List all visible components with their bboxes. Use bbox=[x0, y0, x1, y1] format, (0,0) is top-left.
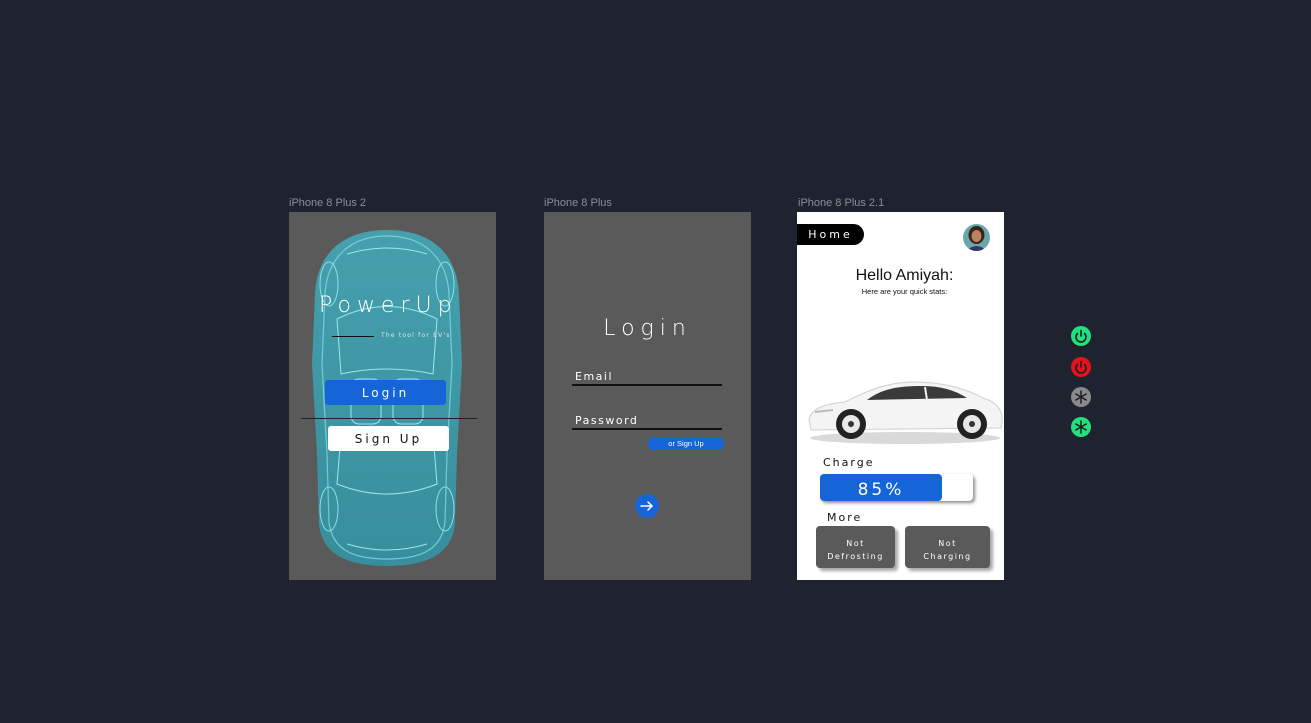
artboard-splash[interactable]: PowerUp The tool for EV's Login Sign Up bbox=[289, 212, 496, 580]
defrost-status-line2: Defrosting bbox=[827, 552, 884, 561]
greeting: Hello Amiyah: bbox=[855, 267, 954, 284]
password-field[interactable]: Password bbox=[572, 414, 722, 430]
defrost-status-button[interactable]: Not Defrosting bbox=[816, 526, 895, 568]
artboard-label-home[interactable]: iPhone 8 Plus 2.1 bbox=[798, 197, 884, 209]
login-button[interactable]: Login bbox=[325, 380, 446, 405]
charge-progress-bar: 85% bbox=[820, 474, 973, 501]
tagline: The tool for EV's bbox=[381, 332, 451, 339]
brand-title: PowerUp bbox=[319, 293, 458, 318]
car-image bbox=[808, 381, 1003, 444]
arrow-right-icon bbox=[640, 501, 654, 511]
defrost-off-icon[interactable] bbox=[1071, 387, 1091, 407]
power-on-icon[interactable] bbox=[1071, 326, 1091, 346]
avatar[interactable] bbox=[963, 224, 990, 251]
charging-status-button[interactable]: Not Charging bbox=[905, 526, 990, 568]
charging-status-line2: Charging bbox=[923, 552, 972, 561]
defrost-on-icon[interactable] bbox=[1071, 417, 1091, 437]
artboard-home[interactable]: Home Hello Amiyah: Here are your quick s… bbox=[797, 212, 1004, 580]
more-label: More bbox=[827, 511, 863, 524]
tagline-divider bbox=[332, 336, 374, 337]
charge-progress-fill: 85% bbox=[820, 474, 942, 501]
submit-arrow-button[interactable] bbox=[635, 494, 659, 518]
defrost-status-line1: Not bbox=[846, 539, 865, 548]
email-label: Email bbox=[575, 370, 614, 383]
signup-link-button[interactable]: or Sign Up bbox=[648, 437, 724, 450]
password-label: Password bbox=[575, 414, 639, 427]
user-avatar-icon bbox=[963, 224, 990, 251]
home-nav-tab[interactable]: Home bbox=[797, 224, 864, 245]
button-divider bbox=[301, 418, 477, 419]
power-off-icon[interactable] bbox=[1071, 357, 1091, 377]
charging-status-line1: Not bbox=[938, 539, 957, 548]
artboard-label-login[interactable]: iPhone 8 Plus bbox=[544, 197, 612, 209]
email-field[interactable]: Email bbox=[572, 370, 722, 386]
signup-button[interactable]: Sign Up bbox=[328, 426, 449, 451]
greeting-subtitle: Here are your quick stats: bbox=[861, 287, 948, 296]
login-title: Login bbox=[603, 316, 692, 341]
charge-label: Charge bbox=[823, 456, 875, 469]
artboard-label-splash[interactable]: iPhone 8 Plus 2 bbox=[289, 197, 366, 209]
artboard-login[interactable]: Login Email Password or Sign Up bbox=[544, 212, 751, 580]
